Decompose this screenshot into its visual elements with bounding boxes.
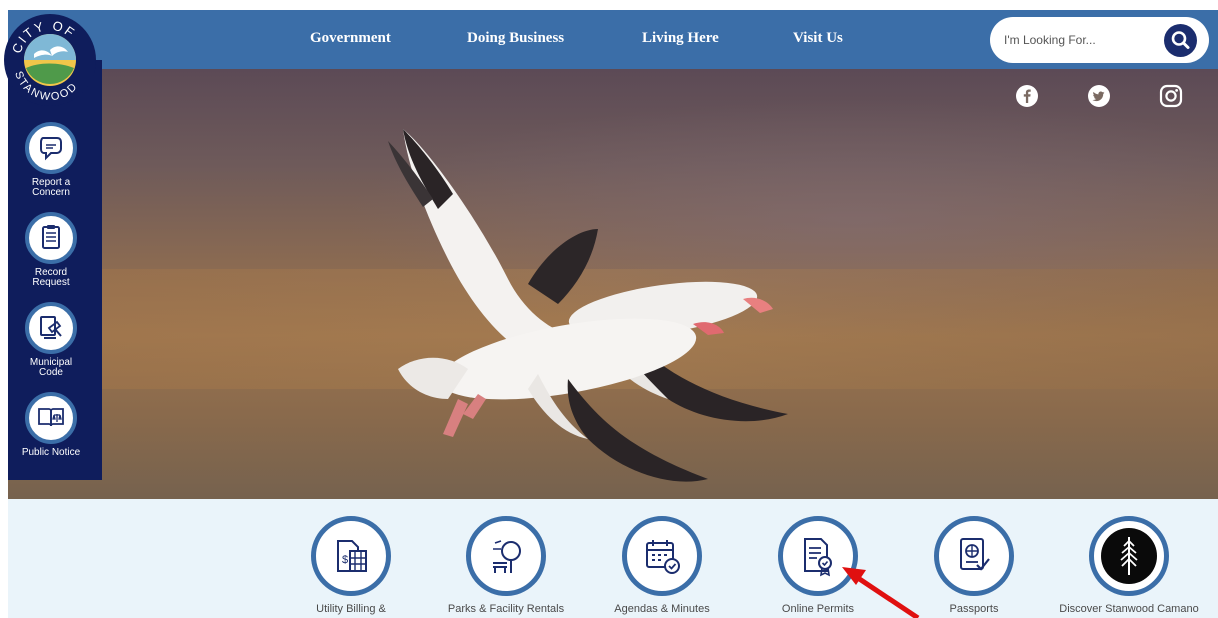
quick-link-icon-circle (934, 516, 1014, 596)
book-scales-icon (38, 408, 64, 427)
quick-access-sidebar: Report a Concern Record Request Municipa… (8, 60, 102, 480)
park-bench-tree-icon (493, 540, 521, 573)
quick-link-icon-circle (622, 516, 702, 596)
hero-image (8, 69, 1218, 499)
snow-geese-image (388, 129, 788, 482)
quick-link-icon-circle (778, 516, 858, 596)
search-input[interactable] (1004, 29, 1154, 51)
sidebar-icon-circle (25, 302, 77, 354)
gavel-icon (40, 316, 62, 339)
quick-links-strip (8, 499, 1218, 618)
quick-link-icon-circle (466, 516, 546, 596)
sidebar-label: Report a Concern (8, 178, 94, 198)
sidebar-label: Municipal Code (8, 358, 94, 378)
permit-document-icon (804, 538, 832, 577)
city-seal-logo: CITY OF STANWOOD (9, 18, 79, 104)
utility-billing-icon: $ (337, 540, 367, 572)
sidebar-label-line2: Code (39, 367, 63, 378)
svg-text:$: $ (342, 554, 348, 566)
city-logo[interactable]: CITY OF STANWOOD (4, 14, 96, 106)
quick-link-label: Online Permits (781, 603, 855, 615)
quick-link-icon-circle (1089, 516, 1169, 596)
nav-government[interactable]: Government (310, 30, 391, 47)
clipboard-icon (42, 225, 60, 249)
sidebar-label-line2: Request (32, 277, 70, 288)
search-icon (1171, 31, 1190, 49)
quick-link-icon-circle: $ (311, 516, 391, 596)
facebook-icon[interactable] (1015, 84, 1039, 108)
quick-link-label: Agendas & Minutes (614, 603, 710, 615)
twitter-icon[interactable] (1087, 84, 1111, 108)
nav-living-here[interactable]: Living Here (642, 30, 719, 47)
search-button[interactable] (1164, 24, 1197, 57)
nav-visit-us[interactable]: Visit Us (793, 30, 843, 47)
sidebar-icon-circle (25, 212, 77, 264)
passport-icon (960, 538, 990, 571)
sidebar-icon-circle (25, 122, 77, 174)
quick-link-label: Passports (949, 603, 999, 615)
sidebar-label: Public Notice (8, 448, 94, 458)
quick-link-label: Parks & Facility Rentals (447, 603, 565, 615)
quick-link-label: Utility Billing & (316, 603, 386, 615)
nav-doing-business[interactable]: Doing Business (467, 30, 564, 47)
quick-link-label: Discover Stanwood Camano (1059, 603, 1199, 615)
sidebar-label: Record Request (8, 268, 94, 288)
sidebar-label-line1: Public Notice (21, 447, 81, 458)
sidebar-label-line2: Concern (32, 187, 70, 198)
sidebar-icon-circle (25, 392, 77, 444)
instagram-icon[interactable] (1159, 84, 1183, 108)
evergreen-tree-icon (1101, 528, 1157, 584)
calendar-check-icon (646, 540, 680, 574)
speech-bubble-icon (40, 137, 62, 161)
